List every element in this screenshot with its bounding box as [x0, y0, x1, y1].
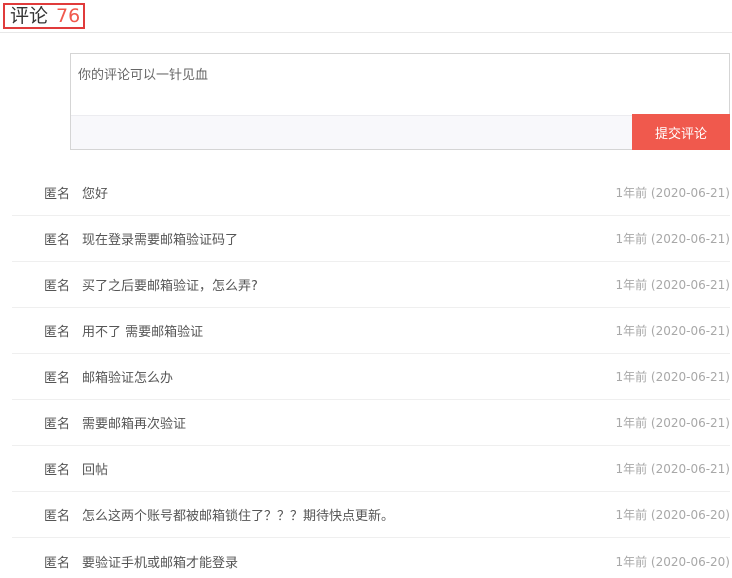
- comment-item: 匿名 怎么这两个账号都被邮箱锁住了？？？期待快点更新。 1年前 (2020-06…: [12, 492, 730, 538]
- comment-author: 匿名: [44, 417, 71, 432]
- comments-title-label: 评论: [10, 5, 49, 27]
- comment-item: 匿名 用不了 需要邮箱验证 1年前 (2020-06-21): [12, 308, 730, 354]
- comment-compose-box: 提交评论: [70, 53, 730, 150]
- comment-time: 1年前 (2020-06-21): [615, 324, 730, 338]
- compose-toolbar: [71, 115, 729, 149]
- comment-time: 1年前 (2020-06-21): [615, 416, 730, 430]
- comment-author: 匿名: [44, 187, 71, 202]
- comments-page: 评论 76 提交评论 匿名 您好 1年前 (2020-06-21) 匿名 现在登…: [0, 0, 732, 578]
- comment-text: 现在登录需要邮箱验证码了: [82, 233, 239, 248]
- comment-text: 回帖: [82, 463, 109, 478]
- comments-header: 评论 76: [0, 0, 732, 33]
- comment-item: 匿名 邮箱验证怎么办 1年前 (2020-06-21): [12, 354, 730, 400]
- comment-list: 匿名 您好 1年前 (2020-06-21) 匿名 现在登录需要邮箱验证码了 1…: [12, 170, 730, 578]
- comment-time: 1年前 (2020-06-21): [615, 462, 730, 476]
- comment-item: 匿名 需要邮箱再次验证 1年前 (2020-06-21): [12, 400, 730, 446]
- comments-title: 评论 76: [3, 3, 86, 29]
- comment-text: 怎么这两个账号都被邮箱锁住了？？？期待快点更新。: [82, 509, 395, 524]
- comment-item: 匿名 您好 1年前 (2020-06-21): [12, 170, 730, 216]
- comment-author: 匿名: [44, 325, 71, 340]
- comment-item: 匿名 回帖 1年前 (2020-06-21): [12, 446, 730, 492]
- comment-time: 1年前 (2020-06-21): [615, 186, 730, 200]
- comment-item: 匿名 现在登录需要邮箱验证码了 1年前 (2020-06-21): [12, 216, 730, 262]
- comment-author: 匿名: [44, 279, 71, 294]
- comment-time: 1年前 (2020-06-20): [615, 508, 730, 522]
- comment-author: 匿名: [44, 233, 71, 248]
- comment-time: 1年前 (2020-06-21): [615, 278, 730, 292]
- comment-text: 您好: [82, 187, 109, 202]
- comment-text: 买了之后要邮箱验证，怎么弄?: [82, 279, 258, 294]
- comment-item: 匿名 买了之后要邮箱验证，怎么弄? 1年前 (2020-06-21): [12, 262, 730, 308]
- comment-author: 匿名: [44, 509, 71, 524]
- comment-time: 1年前 (2020-06-21): [615, 232, 730, 246]
- submit-comment-button[interactable]: 提交评论: [632, 114, 730, 150]
- comment-text: 邮箱验证怎么办: [82, 371, 174, 386]
- comment-author: 匿名: [44, 555, 71, 571]
- comment-text: 用不了 需要邮箱验证: [82, 325, 204, 340]
- comment-author: 匿名: [44, 371, 71, 386]
- comment-item: 匿名 要验证手机或邮箱才能登录 1年前 (2020-06-20): [12, 538, 730, 578]
- comment-time: 1年前 (2020-06-21): [615, 370, 730, 384]
- comment-time: 1年前 (2020-06-20): [615, 554, 730, 569]
- comment-text: 要验证手机或邮箱才能登录: [82, 555, 239, 571]
- comment-text: 需要邮箱再次验证: [82, 417, 187, 432]
- comment-input[interactable]: [71, 54, 729, 115]
- comment-author: 匿名: [44, 463, 71, 478]
- comments-count: 76: [56, 5, 81, 27]
